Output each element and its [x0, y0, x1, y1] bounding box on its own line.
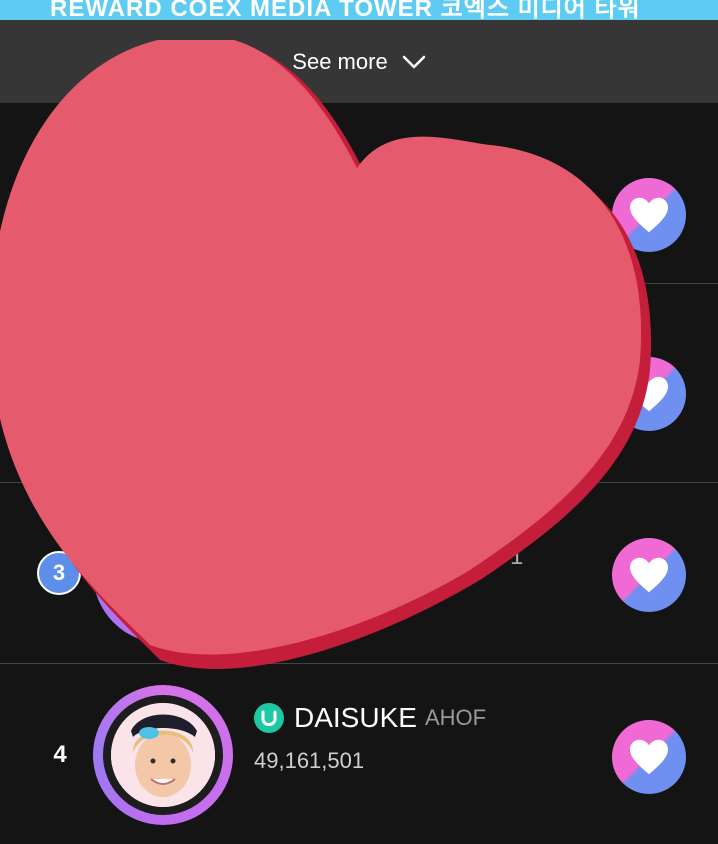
rank-badge: 3 — [37, 551, 81, 595]
see-more-button[interactable]: See more — [0, 20, 718, 103]
heart-icon — [630, 197, 668, 233]
artist-name-line: DAISUKE AHOF — [254, 702, 486, 734]
vote-heart-button[interactable] — [612, 538, 686, 612]
rank-number: 4 — [53, 741, 67, 768]
vote-count: 1 — [510, 543, 524, 570]
portrait-image — [111, 703, 215, 807]
ranking-row-4[interactable]: 4 DAISUKE AHOF 49,161,501 — [0, 664, 718, 844]
group-name: AHOF — [424, 705, 487, 730]
ranking-row-2[interactable] — [0, 302, 718, 483]
ranking-row-1[interactable] — [0, 103, 718, 284]
vote-heart-button[interactable] — [612, 178, 686, 252]
avatar[interactable] — [93, 503, 233, 643]
banner-text: REWARD COEX MEDIA TOWER 코엑스 미디어 타워 — [50, 0, 641, 20]
vote-heart-button[interactable] — [612, 357, 686, 431]
see-more-label: See more — [292, 48, 388, 74]
vote-heart-button[interactable] — [612, 720, 686, 794]
avatar[interactable] — [93, 685, 233, 825]
vote-count: 49,161,501 — [254, 748, 365, 773]
heart-icon — [630, 557, 668, 593]
verified-icon — [254, 703, 284, 733]
ranking-row-3[interactable]: 3 1 — [0, 483, 718, 664]
reward-banner: REWARD COEX MEDIA TOWER 코엑스 미디어 타워 — [0, 0, 718, 20]
artist-name: DAISUKE — [294, 702, 417, 733]
chevron-down-icon — [402, 55, 425, 68]
heart-icon — [630, 376, 668, 412]
heart-icon — [630, 739, 668, 775]
